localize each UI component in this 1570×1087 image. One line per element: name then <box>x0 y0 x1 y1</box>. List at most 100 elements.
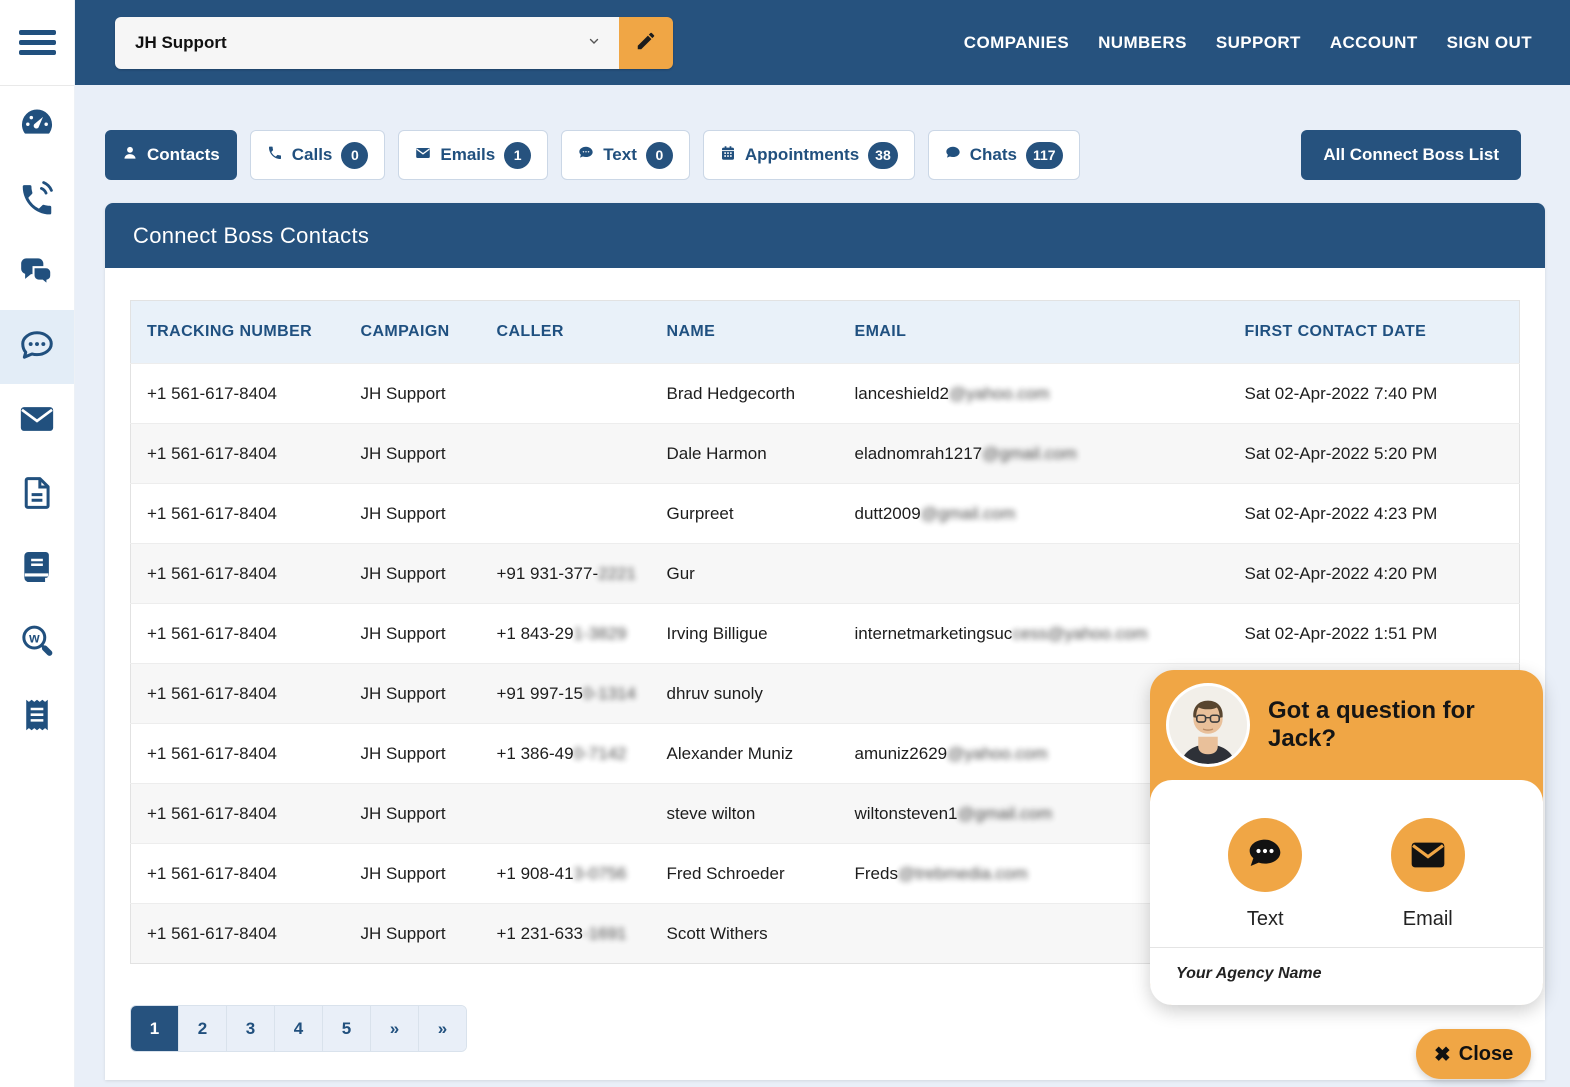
page-next[interactable]: 5 <box>323 1006 371 1051</box>
topbar: JH Support COMPANIES NUMBERS SUPPORT ACC… <box>75 0 1570 85</box>
calendar-icon <box>720 145 736 166</box>
sidebar-item-documents[interactable] <box>0 458 74 532</box>
tab-label: Appointments <box>745 145 859 165</box>
page-2[interactable]: 2 <box>179 1006 227 1051</box>
cell-campaign: JH Support <box>349 484 485 544</box>
cell-email: internetmarketingsuccess@yahoo.com <box>843 604 1233 664</box>
col-tracking-number: TRACKING NUMBER <box>131 301 349 364</box>
tab-chats[interactable]: Chats 117 <box>928 130 1080 180</box>
cell-tracking-number: +1 561-617-8404 <box>131 604 349 664</box>
table-row[interactable]: +1 561-617-8404 JH Support Brad Hedgecor… <box>131 364 1520 424</box>
sidebar-item-receipts[interactable] <box>0 680 74 754</box>
cell-caller: +1 386-490-7142 <box>485 724 655 784</box>
table-row[interactable]: +1 561-617-8404 JH Support Gurpreet dutt… <box>131 484 1520 544</box>
nav-support[interactable]: SUPPORT <box>1216 33 1301 53</box>
agency-name-label: Your Agency Name <box>1150 947 1543 1005</box>
sidebar-item-conversations[interactable] <box>0 236 74 310</box>
chevron-down-icon <box>587 33 601 53</box>
cell-email <box>843 544 1233 604</box>
sidebar-item-keyword-search[interactable]: w <box>0 606 74 680</box>
comment-dots-icon <box>1228 818 1302 892</box>
tab-badge: 0 <box>341 142 368 169</box>
svg-text:w: w <box>28 630 40 645</box>
chat-widget-actions: Text Email <box>1150 780 1543 947</box>
sidebar-header <box>0 0 74 86</box>
cell-first-contact-date: Sat 02-Apr-2022 4:23 PM <box>1233 484 1520 544</box>
tab-calls[interactable]: Calls 0 <box>250 130 386 180</box>
cell-first-contact-date: Sat 02-Apr-2022 7:40 PM <box>1233 364 1520 424</box>
table-header-row: TRACKING NUMBER CAMPAIGN CALLER NAME EMA… <box>131 301 1520 364</box>
page-3[interactable]: 3 <box>227 1006 275 1051</box>
company-select[interactable]: JH Support <box>115 17 619 69</box>
tab-appointments[interactable]: Appointments 38 <box>703 130 915 180</box>
document-icon <box>18 474 56 517</box>
email-action-button[interactable]: Email <box>1391 818 1465 931</box>
table-row[interactable]: +1 561-617-8404 JH Support +1 843-291-38… <box>131 604 1520 664</box>
sidebar-item-email[interactable] <box>0 384 74 458</box>
page-last[interactable]: » <box>419 1006 466 1051</box>
cell-email: dutt2009@gmail.com <box>843 484 1233 544</box>
text-action-button[interactable]: Text <box>1228 818 1302 931</box>
cell-name: Fred Schroeder <box>655 844 843 904</box>
tab-badge: 117 <box>1026 142 1063 169</box>
keyword-search-icon: w <box>18 622 56 665</box>
tab-emails[interactable]: Emails 1 <box>398 130 548 180</box>
cell-caller <box>485 424 655 484</box>
cell-name: Alexander Muniz <box>655 724 843 784</box>
close-label: Close <box>1459 1043 1513 1066</box>
cell-campaign: JH Support <box>349 424 485 484</box>
cell-name: Dale Harmon <box>655 424 843 484</box>
table-row[interactable]: +1 561-617-8404 JH Support Dale Harmon e… <box>131 424 1520 484</box>
page-4[interactable]: 4 <box>275 1006 323 1051</box>
tabs: Contacts Calls 0 Emails 1 Text 0 Appoint… <box>105 130 1080 180</box>
cell-caller: +91 931-377-2221 <box>485 544 655 604</box>
cell-tracking-number: +1 561-617-8404 <box>131 844 349 904</box>
menu-toggle-icon[interactable] <box>19 25 56 60</box>
phone-volume-icon <box>18 178 56 221</box>
page-1[interactable]: 1 <box>131 1006 179 1051</box>
cell-tracking-number: +1 561-617-8404 <box>131 424 349 484</box>
cell-name: Gurpreet <box>655 484 843 544</box>
cell-email: eladnomrah1217@gmail.com <box>843 424 1233 484</box>
cell-tracking-number: +1 561-617-8404 <box>131 904 349 964</box>
cell-campaign: JH Support <box>349 724 485 784</box>
nav-account[interactable]: ACCOUNT <box>1330 33 1418 53</box>
table-row[interactable]: +1 561-617-8404 JH Support +91 931-377-2… <box>131 544 1520 604</box>
receipt-icon <box>18 696 56 739</box>
cell-tracking-number: +1 561-617-8404 <box>131 724 349 784</box>
close-widget-button[interactable]: ✖ Close <box>1416 1029 1531 1079</box>
sidebar-item-text-messages[interactable] <box>0 310 74 384</box>
envelope-icon <box>415 145 431 166</box>
dashboard-icon <box>18 104 56 147</box>
envelope-icon <box>18 400 56 443</box>
cell-tracking-number: +1 561-617-8404 <box>131 784 349 844</box>
cell-email: lanceshield2@yahoo.com <box>843 364 1233 424</box>
edit-company-button[interactable] <box>619 17 673 69</box>
cell-caller: +1 908-413-0756 <box>485 844 655 904</box>
tab-label: Chats <box>970 145 1017 165</box>
cell-name: steve wilton <box>655 784 843 844</box>
sidebar-item-calls[interactable] <box>0 162 74 236</box>
cell-campaign: JH Support <box>349 604 485 664</box>
chat-widget: Got a question for Jack? Text Email Your… <box>1150 670 1543 1005</box>
email-action-label: Email <box>1403 908 1453 931</box>
envelope-icon <box>1391 818 1465 892</box>
chat-widget-card: Text Email Your Agency Name <box>1150 780 1543 1005</box>
cell-campaign: JH Support <box>349 544 485 604</box>
comments-icon <box>18 252 56 295</box>
sidebar-item-contacts-book[interactable] <box>0 532 74 606</box>
nav-sign-out[interactable]: SIGN OUT <box>1447 33 1532 53</box>
tab-badge: 38 <box>868 142 898 169</box>
nav-companies[interactable]: COMPANIES <box>964 33 1069 53</box>
cell-caller: +91 997-150-1314 <box>485 664 655 724</box>
tab-contacts[interactable]: Contacts <box>105 130 237 180</box>
tab-label: Calls <box>292 145 333 165</box>
all-connect-boss-list-button[interactable]: All Connect Boss List <box>1301 130 1521 180</box>
nav-numbers[interactable]: NUMBERS <box>1098 33 1187 53</box>
page-forward[interactable]: » <box>371 1006 419 1051</box>
cell-campaign: JH Support <box>349 784 485 844</box>
tabs-row: Contacts Calls 0 Emails 1 Text 0 Appoint… <box>75 85 1570 180</box>
col-name: NAME <box>655 301 843 364</box>
sidebar-item-dashboard[interactable] <box>0 88 74 162</box>
tab-text[interactable]: Text 0 <box>561 130 690 180</box>
